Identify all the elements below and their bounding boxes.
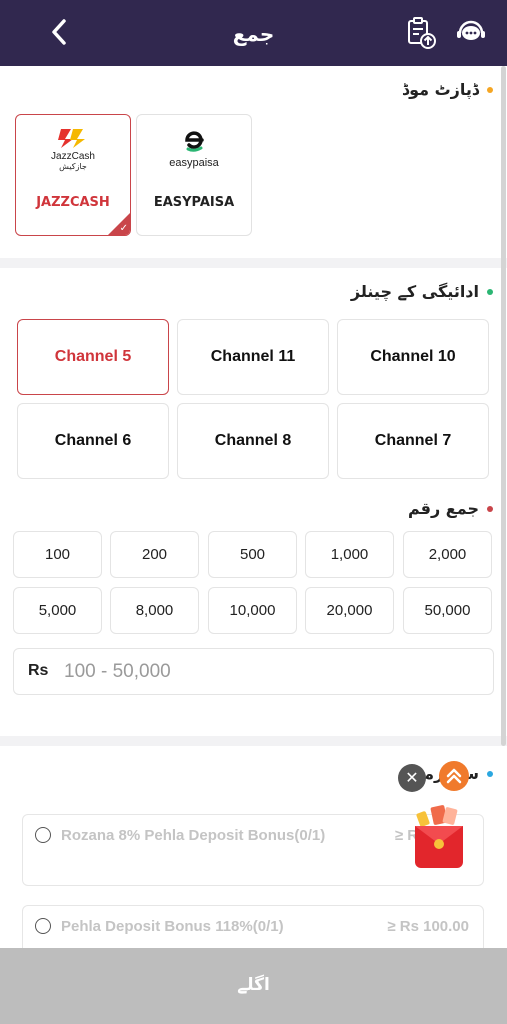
- radio-button[interactable]: [35, 918, 51, 934]
- next-button-label: اگلے: [237, 975, 270, 995]
- amount-preset-button[interactable]: 50,000: [403, 587, 492, 634]
- currency-label: Rs: [28, 662, 49, 679]
- channels-heading: ادائیگی کے چینلز: [351, 282, 493, 301]
- easypaisa-logo: easypaisa: [137, 127, 251, 169]
- app-header: جمع: [0, 0, 507, 66]
- channel-option[interactable]: Channel 11: [177, 319, 329, 395]
- channel-option[interactable]: Channel 5: [17, 319, 169, 395]
- deposit-history-icon[interactable]: [404, 16, 438, 50]
- channel-option[interactable]: Channel 6: [17, 403, 169, 479]
- amount-preset-button[interactable]: 5,000: [13, 587, 102, 634]
- easypaisa-label: EASYPAISA: [153, 195, 235, 210]
- heading-dot-icon: [487, 86, 493, 93]
- channel-option[interactable]: Channel 7: [337, 403, 489, 479]
- channel-option[interactable]: Channel 8: [177, 403, 329, 479]
- heading-dot-icon: [487, 770, 493, 777]
- amount-preset-button[interactable]: 500: [208, 531, 297, 578]
- jazzcash-option[interactable]: JazzCash جازکیش JAZZCASH ✓: [15, 114, 131, 236]
- amount-heading: جمع رقم: [408, 499, 493, 518]
- checkmark-icon: ✓: [119, 223, 128, 234]
- radio-button[interactable]: [35, 827, 51, 843]
- amount-preset-button[interactable]: 200: [110, 531, 199, 578]
- scrollbar[interactable]: [501, 66, 506, 746]
- next-button[interactable]: اگلے: [0, 948, 507, 1024]
- heading-dot-icon: [487, 288, 493, 295]
- amount-preset-button[interactable]: 100: [13, 531, 102, 578]
- red-envelope-gift-icon[interactable]: [410, 802, 468, 872]
- amount-preset-button[interactable]: 20,000: [305, 587, 394, 634]
- amount-preset-button[interactable]: 10,000: [208, 587, 297, 634]
- support-chat-icon[interactable]: [454, 16, 488, 50]
- deposit-mode-heading: ڈپازٹ موڈ: [402, 80, 493, 99]
- easypaisa-option[interactable]: easypaisa EASYPAISA: [136, 114, 252, 236]
- amount-input[interactable]: [64, 655, 484, 689]
- jazzcash-label: JAZZCASH: [36, 195, 110, 210]
- close-icon[interactable]: ✕: [398, 764, 426, 792]
- amount-field: Rs: [13, 648, 494, 695]
- jazzcash-logo: JazzCash جازکیش: [16, 127, 130, 171]
- channel-option[interactable]: Channel 10: [337, 319, 489, 395]
- amount-preset-button[interactable]: 8,000: [110, 587, 199, 634]
- double-chevron-up-icon[interactable]: [439, 761, 469, 791]
- amount-preset-button[interactable]: 1,000: [305, 531, 394, 578]
- heading-dot-icon: [487, 505, 493, 512]
- amount-preset-button[interactable]: 2,000: [403, 531, 492, 578]
